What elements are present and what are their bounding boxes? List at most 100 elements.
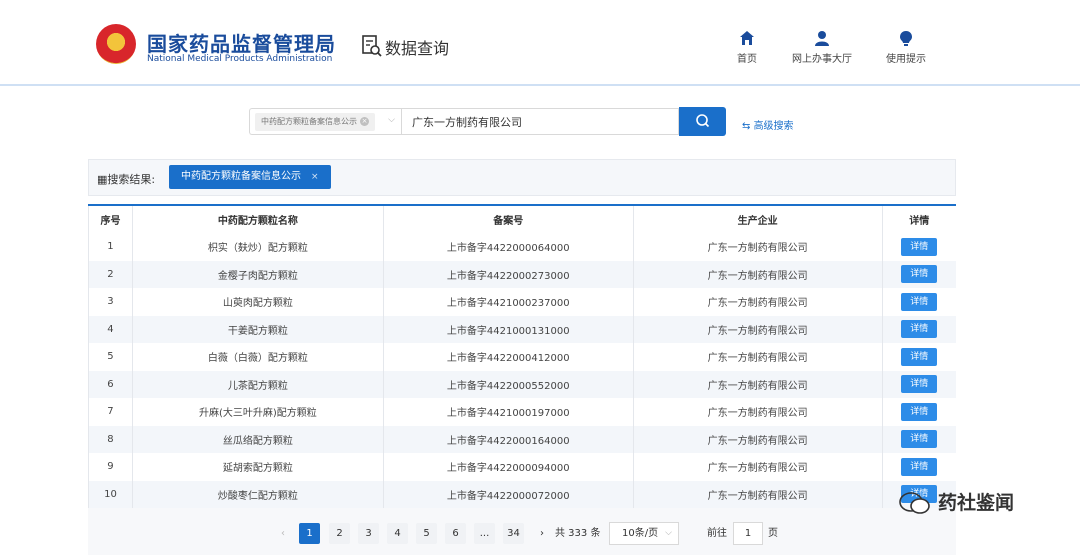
detail-cell: 详情 — [881, 343, 956, 371]
page-button[interactable]: 4 — [387, 523, 408, 544]
search-button[interactable] — [679, 107, 726, 136]
next-page-button[interactable]: › — [535, 523, 549, 544]
detail-cell: 详情 — [881, 260, 956, 288]
row-number: 5 — [88, 343, 133, 371]
record-number: 上市备字4422000164000 — [382, 425, 634, 453]
nav-usage-tips[interactable]: 使用提示 — [886, 30, 926, 65]
granule-name: 白薇（白薇）配方颗粒 — [131, 343, 384, 371]
nav-home[interactable]: 首页 — [737, 30, 757, 65]
column-header: 备案号 — [382, 204, 634, 233]
column-header: 序号 — [88, 204, 133, 233]
site-title: 国家药品监督管理局 — [147, 32, 336, 56]
company-name: 广东一方制药有限公司 — [632, 343, 882, 371]
detail-button[interactable]: 详情 — [901, 320, 938, 339]
row-number: 8 — [88, 425, 133, 453]
search-icon — [696, 114, 710, 128]
nav-online-hall[interactable]: 网上办事大厅 — [792, 30, 852, 65]
category-tag: 中药配方颗粒备案信息公示 × — [255, 113, 375, 131]
detail-cell: 详情 — [881, 288, 956, 316]
result-bar: ▦搜索结果: 中药配方颗粒备案信息公示 × — [88, 159, 956, 196]
table-row: 10 炒酸枣仁配方颗粒 上市备字4422000072000 广东一方制药有限公司 详情 — [88, 480, 956, 508]
close-icon[interactable]: × — [311, 172, 319, 182]
page-button[interactable]: 6 — [445, 523, 466, 544]
record-number: 上市备字4422000072000 — [382, 480, 634, 508]
table-row: 5 白薇（白薇）配方颗粒 上市备字4422000412000 广东一方制药有限公司 详情 — [88, 343, 956, 371]
table-row: 9 延胡索配方颗粒 上市备字4422000094000 广东一方制药有限公司 详情 — [88, 453, 956, 481]
page-button[interactable]: 1 — [299, 523, 320, 544]
home-icon — [740, 31, 754, 45]
detail-button[interactable]: 详情 — [901, 265, 938, 284]
user-icon — [815, 31, 829, 46]
detail-cell: 详情 — [881, 233, 956, 261]
chevron-down-icon: ⌵ — [665, 528, 672, 538]
granule-name: 升麻(大三叶升麻)配方颗粒 — [131, 398, 384, 426]
table-row: 4 干姜配方颗粒 上市备字4421000131000 广东一方制药有限公司 详情 — [88, 315, 956, 343]
row-number: 1 — [88, 233, 133, 261]
table-row: 3 山萸肉配方颗粒 上市备字4421000237000 广东一方制药有限公司 详情 — [88, 288, 956, 316]
column-header: 中药配方颗粒名称 — [131, 204, 384, 233]
detail-button[interactable]: 详情 — [901, 347, 938, 366]
row-number: 7 — [88, 398, 133, 426]
detail-cell: 详情 — [881, 370, 956, 398]
granule-name: 金樱子肉配方颗粒 — [131, 260, 384, 288]
row-number: 9 — [88, 453, 133, 481]
detail-button[interactable]: 详情 — [901, 375, 938, 394]
total-count: 共 333 条 — [555, 528, 601, 539]
record-number: 上市备字4421000237000 — [382, 288, 634, 316]
site-header: 国家药品监督管理局 National Medical Products Admi… — [0, 0, 1080, 86]
detail-button[interactable]: 详情 — [901, 402, 938, 421]
table-header: 序号 中药配方颗粒名称 备案号 生产企业 详情 — [88, 204, 956, 233]
detail-button[interactable]: 详情 — [901, 237, 938, 256]
detail-button[interactable]: 详情 — [901, 292, 938, 311]
page-button[interactable]: 5 — [416, 523, 437, 544]
page-suffix: 页 — [768, 528, 778, 539]
record-number: 上市备字4421000197000 — [382, 398, 634, 426]
granule-name: 丝瓜络配方颗粒 — [131, 425, 384, 453]
page-button[interactable]: ... — [474, 523, 495, 544]
record-number: 上市备字4421000131000 — [382, 315, 634, 343]
tag-close-icon[interactable]: × — [360, 117, 369, 126]
detail-button[interactable]: 详情 — [901, 430, 938, 449]
chevron-down-icon: ⌵ — [388, 115, 395, 125]
record-number: 上市备字4422000064000 — [382, 233, 634, 261]
granule-name: 儿茶配方颗粒 — [131, 370, 384, 398]
advanced-search-link[interactable]: ⇆ 高级搜索 — [742, 117, 794, 132]
company-name: 广东一方制药有限公司 — [632, 425, 882, 453]
category-select[interactable]: 中药配方颗粒备案信息公示 × ⌵ — [249, 108, 401, 135]
table-row: 8 丝瓜络配方颗粒 上市备字4422000164000 广东一方制药有限公司 详情 — [88, 425, 956, 453]
page-size-select[interactable]: 10条/页 ⌵ — [609, 522, 679, 545]
company-name: 广东一方制药有限公司 — [632, 260, 882, 288]
search-input[interactable] — [401, 108, 679, 135]
record-number: 上市备字4422000094000 — [382, 453, 634, 481]
result-tab[interactable]: 中药配方颗粒备案信息公示 × — [169, 165, 331, 189]
column-header: 生产企业 — [632, 204, 882, 233]
record-number: 上市备字4422000412000 — [382, 343, 634, 371]
detail-cell: 详情 — [881, 398, 956, 426]
results-table: 序号 中药配方颗粒名称 备案号 生产企业 详情 1 枳实（麸炒）配方颗粒 上市备字4… — [88, 204, 956, 508]
row-number: 10 — [88, 480, 133, 508]
data-query-icon — [362, 35, 382, 57]
grid-icon: ▦ — [97, 173, 108, 186]
granule-name: 枳实（麸炒）配方颗粒 — [131, 233, 384, 261]
granule-name: 炒酸枣仁配方颗粒 — [131, 480, 384, 508]
page-button[interactable]: 34 — [503, 523, 524, 544]
company-name: 广东一方制药有限公司 — [632, 480, 882, 508]
data-query-label: 数据查询 — [385, 39, 450, 58]
company-name: 广东一方制药有限公司 — [632, 398, 882, 426]
table-row: 2 金樱子肉配方颗粒 上市备字4422000273000 广东一方制药有限公司 详情 — [88, 260, 956, 288]
page-button[interactable]: 3 — [358, 523, 379, 544]
goto-page-input[interactable]: 1 — [733, 522, 763, 545]
filter-icon: ⇆ — [742, 121, 754, 132]
detail-button[interactable]: 详情 — [901, 457, 938, 476]
company-name: 广东一方制药有限公司 — [632, 233, 882, 261]
table-row: 1 枳实（麸炒）配方颗粒 上市备字4422000064000 广东一方制药有限公司 详情 — [88, 233, 956, 261]
granule-name: 干姜配方颗粒 — [131, 315, 384, 343]
national-emblem-icon — [96, 24, 136, 64]
table-row: 6 儿茶配方颗粒 上市备字4422000552000 广东一方制药有限公司 详情 — [88, 370, 956, 398]
nav-home-label: 首页 — [737, 54, 757, 65]
prev-page-button[interactable]: ‹ — [276, 523, 290, 544]
granule-name: 延胡索配方颗粒 — [131, 453, 384, 481]
company-name: 广东一方制药有限公司 — [632, 370, 882, 398]
page-button[interactable]: 2 — [329, 523, 350, 544]
company-name: 广东一方制药有限公司 — [632, 315, 882, 343]
